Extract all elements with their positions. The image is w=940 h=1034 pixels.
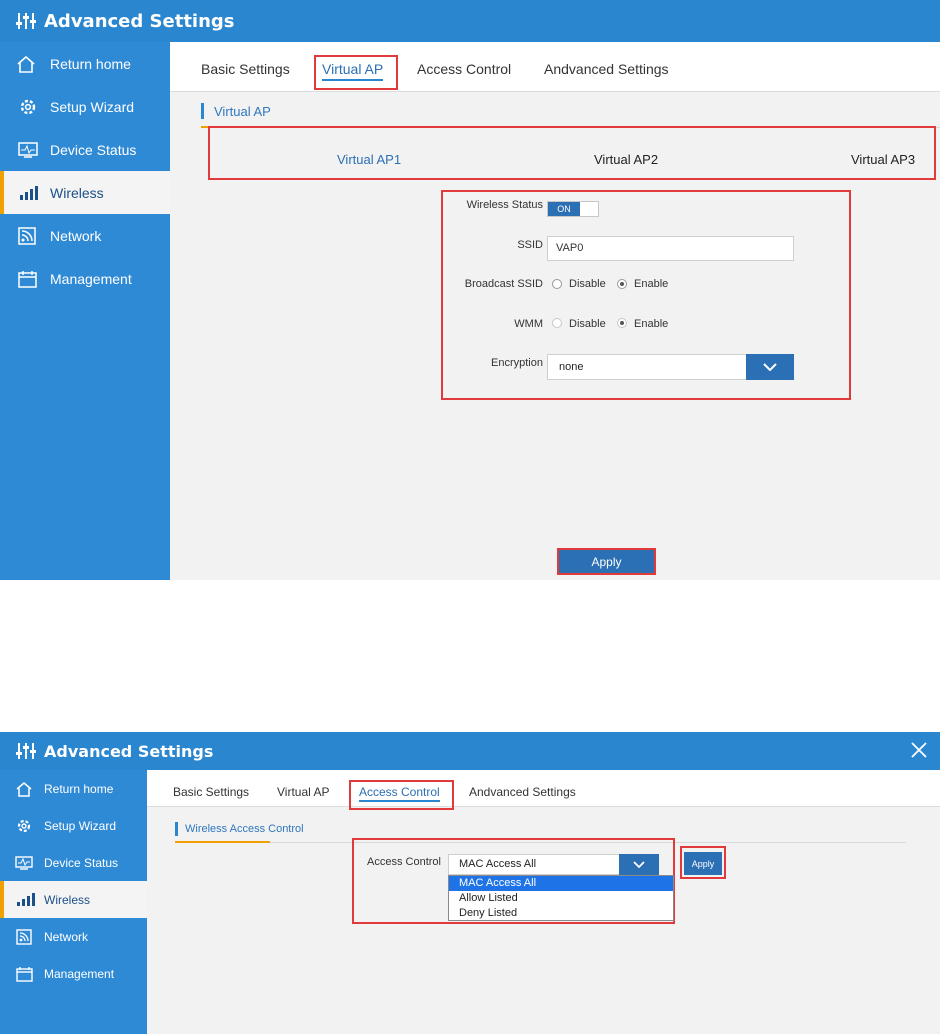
sidebar-item-label: Setup Wizard — [44, 818, 117, 833]
signal-bars-icon — [0, 891, 44, 909]
header-bar: Advanced Settings — [0, 0, 940, 42]
home-icon — [0, 780, 44, 798]
home-icon — [0, 54, 50, 74]
tab-basic-settings[interactable]: Basic Settings — [173, 785, 249, 799]
sidebar-item-return-home[interactable]: Return home — [0, 770, 147, 807]
sidebar-item-network[interactable]: Network — [0, 214, 170, 257]
dropdown-option[interactable]: MAC Access All — [449, 876, 673, 891]
ssid-input[interactable]: VAP0 — [547, 236, 794, 261]
section-title: Virtual AP — [214, 104, 271, 119]
broadcast-enable-radio[interactable] — [617, 279, 627, 289]
sidebar-item-label: Return home — [44, 781, 114, 796]
wmm-disable-radio[interactable] — [552, 318, 562, 328]
monitor-icon — [0, 140, 50, 160]
wireless-status-toggle[interactable]: ON — [547, 201, 599, 217]
encryption-value: none — [559, 361, 584, 373]
signal-bars-icon — [0, 183, 50, 203]
ssid-value: VAP0 — [556, 242, 584, 254]
sidebar-item-label: Wireless — [44, 892, 91, 907]
tab-access-control[interactable]: Access Control — [417, 61, 511, 77]
calendar-icon — [0, 965, 44, 983]
section-marker — [175, 822, 178, 836]
sliders-icon — [16, 742, 36, 760]
header-bar: Advanced Settings — [0, 732, 940, 770]
sidebar-item-device-status[interactable]: Device Status — [0, 844, 147, 881]
chevron-down-icon[interactable] — [619, 854, 659, 875]
sidebar-item-wireless[interactable]: Wireless — [0, 171, 170, 214]
dropdown-option[interactable]: Allow Listed — [449, 891, 673, 906]
calendar-icon — [0, 269, 50, 289]
encryption-select[interactable]: none — [547, 354, 794, 380]
sidebar: Return home Setup Wizard Device Status W… — [0, 42, 170, 580]
dropdown-option[interactable]: Deny Listed — [449, 906, 673, 921]
sidebar-item-setup-wizard[interactable]: Setup Wizard — [0, 85, 170, 128]
sidebar-item-label: Setup Wizard — [50, 98, 135, 115]
page-title: Advanced Settings — [44, 10, 235, 32]
highlight-box — [349, 780, 454, 810]
highlight-box — [208, 126, 936, 180]
sidebar-item-label: Return home — [50, 55, 131, 72]
tab-advanced-settings[interactable]: Andvanced Settings — [469, 785, 576, 799]
highlight-box — [314, 55, 398, 90]
sidebar-item-label: Device Status — [50, 141, 137, 158]
tab-advanced-settings[interactable]: Andvanced Settings — [544, 61, 669, 77]
sidebar-item-setup-wizard[interactable]: Setup Wizard — [0, 807, 147, 844]
ssid-label: SSID — [517, 239, 543, 251]
wmm-disable-label: Disable — [569, 318, 606, 330]
chevron-down-icon[interactable] — [746, 354, 794, 380]
sidebar-item-return-home[interactable]: Return home — [0, 42, 170, 85]
sidebar-item-label: Management — [44, 966, 115, 981]
broadcast-disable-radio[interactable] — [552, 279, 562, 289]
sliders-icon — [16, 12, 36, 30]
broadcast-ssid-label: Broadcast SSID — [464, 278, 543, 290]
access-control-label: Access Control — [367, 856, 441, 868]
section-marker — [201, 103, 204, 119]
access-control-dropdown: MAC Access All Allow Listed Deny Listed — [448, 875, 674, 921]
section-underline — [175, 841, 270, 843]
access-control-select[interactable]: MAC Access All — [448, 854, 659, 875]
encryption-label: Encryption — [491, 357, 543, 369]
wmm-enable-radio[interactable] — [617, 318, 627, 328]
sidebar-item-management[interactable]: Management — [0, 257, 170, 300]
gear-icon — [0, 817, 44, 835]
highlight-box — [680, 846, 726, 879]
sidebar: Return home Setup Wizard Device Status W… — [0, 770, 147, 1034]
sidebar-item-device-status[interactable]: Device Status — [0, 128, 170, 171]
page-title: Advanced Settings — [44, 741, 214, 761]
sidebar-item-label: Network — [44, 929, 89, 944]
sidebar-item-management[interactable]: Management — [0, 955, 147, 992]
sidebar-item-label: Management — [50, 270, 132, 287]
toggle-on-label: ON — [548, 202, 580, 216]
close-icon[interactable] — [910, 741, 928, 759]
sidebar-item-label: Wireless — [50, 184, 104, 201]
sidebar-item-label: Network — [50, 227, 102, 244]
tab-virtual-ap[interactable]: Virtual AP — [277, 785, 329, 799]
wireless-status-label: Wireless Status — [466, 199, 543, 211]
broadcast-disable-label: Disable — [569, 278, 606, 290]
tab-basic-settings[interactable]: Basic Settings — [201, 61, 290, 77]
highlight-box — [557, 548, 656, 575]
wmm-label: WMM — [514, 318, 543, 330]
broadcast-enable-label: Enable — [634, 278, 669, 290]
sidebar-item-network[interactable]: Network — [0, 918, 147, 955]
sidebar-item-wireless[interactable]: Wireless — [0, 881, 147, 918]
rss-icon — [0, 928, 44, 946]
rss-icon — [0, 226, 50, 246]
wmm-enable-label: Enable — [634, 318, 669, 330]
access-control-value: MAC Access All — [459, 858, 537, 870]
sidebar-item-label: Device Status — [44, 855, 119, 870]
gear-icon — [0, 97, 50, 117]
monitor-icon — [0, 854, 44, 872]
section-title: Wireless Access Control — [185, 823, 304, 835]
